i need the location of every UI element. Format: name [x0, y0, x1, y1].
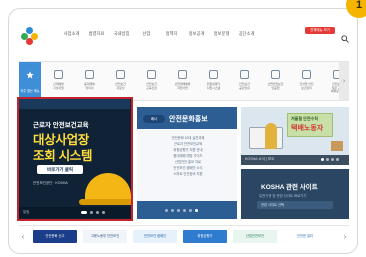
quick-menu-label: 안전보건 교육신청 [146, 82, 157, 90]
star-icon [26, 71, 34, 79]
building-icon [240, 70, 249, 79]
shield-icon [178, 70, 187, 79]
banner-org-logos: 안전보건공단 · KOSHA [33, 181, 68, 185]
crane-icon [302, 70, 311, 79]
banner-footer [19, 207, 130, 218]
browser-frame: 사업소개 법령자료 국내방침 산업 정책자 정보공개 정보문쟁 공단소개 전체메… [8, 8, 358, 254]
quick-menu-label: 안전보건 자료실 [115, 82, 126, 90]
site-header: 사업소개 법령자료 국내방침 산업 정책자 정보공개 정보문쟁 공단소개 전체메… [9, 9, 357, 53]
partner-logo[interactable]: 위험성평가 [183, 230, 227, 243]
book-icon [147, 70, 156, 79]
hard-hat-brim [79, 199, 131, 205]
quick-menu-next-button[interactable]: › [339, 62, 349, 101]
quick-menu-item[interactable]: 위험성평가 지원시스템 [198, 62, 229, 101]
quick-menu-label: 산업안전보건 인증원 [267, 82, 284, 90]
nav-item[interactable]: 정보공개 [184, 31, 209, 37]
quick-menu-label: 산재예방 기술지원 [53, 82, 64, 90]
partner-logo[interactable]: 안전보건 캠페인 [133, 230, 177, 243]
pagination-dot[interactable] [189, 209, 192, 212]
safety-culture-promo: 배너 안전문화홍보 안전문화 10대 실천과제 근로자 안전보건교육 위험성평가… [137, 107, 237, 219]
pagination-dot[interactable] [321, 158, 324, 161]
partner-logo-strip: ‹ 안전문화 신고 고용노동부 안전보건 안전보건 캠페인 위험성평가 산업안전… [19, 225, 349, 247]
all-menu-badge[interactable]: 전체메뉴 보기 [305, 27, 335, 34]
partner-logo[interactable]: 고용노동부 안전보건 [83, 230, 127, 243]
promo-title: 안전문화홍보 [169, 116, 208, 123]
sign-line1: 겨울철 안전수칙 [291, 116, 318, 121]
card-pagination[interactable] [321, 158, 339, 161]
nav-item[interactable]: 정보문쟁 [209, 31, 234, 37]
quick-menu-item[interactable]: 산업재해예방 지원사업 [167, 62, 198, 101]
banner-title-line2: 조회 시스템 [33, 149, 93, 163]
quick-menu-label: 중대재해 알리미 [84, 82, 95, 90]
related-sites-card: KOSHA 관련 사이트 유관기관 및 관련 사이트 바로가기 관련 사이트 선… [241, 169, 349, 219]
quick-menu-item[interactable]: 산업안전보건 인증원 [260, 62, 291, 101]
worker-icon [265, 123, 277, 149]
quick-menu-label: 산업재해예방 지원사업 [174, 82, 191, 90]
nav-item[interactable]: 정책자 [159, 31, 184, 37]
quick-menu-home-label: 자주 찾는 메뉴 [20, 89, 40, 93]
pagination-dot[interactable] [90, 211, 93, 214]
search-icon[interactable] [341, 35, 349, 43]
pagination-dot[interactable] [331, 158, 334, 161]
banner-top-strip [19, 99, 130, 109]
banner-caption: 근로자 안전보건교육 [33, 122, 89, 129]
quick-menu-item[interactable]: 안전보건 자료실 [105, 62, 136, 101]
delivery-worker-card[interactable]: 겨울철 안전수칙 택배노동자 KOSHA 소식 | 보도 [241, 107, 349, 165]
education-banner[interactable]: 근로자 안전보건교육 대상사업장 조회 시스템 바로가기 클릭 안전보건공단 ·… [17, 97, 133, 221]
promo-tag[interactable]: 배너 [143, 115, 165, 123]
nav-item[interactable]: 산업 [134, 31, 159, 37]
pagination-dot[interactable] [326, 158, 329, 161]
banner-pagination[interactable] [81, 211, 105, 214]
pagination-dot[interactable] [102, 211, 105, 214]
pagination-dot[interactable] [183, 209, 186, 212]
related-sites-select[interactable]: 관련 사이트 선택 [257, 201, 333, 209]
related-sites-subtitle: 유관기관 및 관련 사이트 바로가기 [259, 194, 307, 198]
alert-icon [85, 70, 94, 79]
nav-item[interactable]: 법령자료 [84, 31, 109, 37]
partner-logo[interactable]: 산업안전보건 [233, 230, 277, 243]
pagination-dot[interactable] [81, 211, 87, 214]
quick-menu-item[interactable]: 건설업 안전 보건관리 [291, 62, 322, 101]
folder-icon [116, 70, 125, 79]
promo-pagination[interactable] [165, 209, 198, 212]
promo-lines: 안전문화 10대 실천과제 근로자 안전보건교육 위험성평가 지원 안내 중대재… [149, 135, 227, 177]
quick-menu-item[interactable]: 안전보건 공단안내 [229, 62, 260, 101]
sign-line2: 택배노동자 [291, 125, 324, 132]
pagination-dot[interactable] [165, 209, 168, 212]
box-icon [331, 141, 343, 151]
pagination-dot[interactable] [336, 158, 339, 161]
quick-menu-home[interactable]: 자주 찾는 메뉴 [19, 62, 41, 101]
pagination-dot[interactable] [96, 211, 99, 214]
nav-item[interactable]: 공단소개 [234, 31, 259, 37]
quick-menu-item[interactable]: 중대재해 알리미 [74, 62, 105, 101]
quick-menu-item[interactable]: 안전보건 교육신청 [136, 62, 167, 101]
checklist-icon [209, 70, 218, 79]
certificate-icon [271, 70, 280, 79]
partner-logo[interactable]: 안전문화 신고 [33, 230, 77, 243]
quick-menu-bar: 자주 찾는 메뉴 산재예방 기술지원 중대재해 알리미 안전보건 자료실 안전보건 교육… [19, 61, 349, 101]
quick-menu-label: 위험성평가 지원시스템 [206, 82, 221, 90]
main-nav: 사업소개 법령자료 국내방침 산업 정책자 정보공개 정보문쟁 공단소개 [59, 31, 259, 37]
promo-line[interactable]: 스마트 안전장비 지원 [149, 171, 227, 177]
document-icon [54, 70, 63, 79]
related-sites-title: KOSHA 관련 사이트 [261, 184, 318, 191]
nav-item[interactable]: 사업소개 [59, 31, 84, 37]
banner-go-button[interactable]: 바로가기 클릭 [37, 165, 83, 174]
strip-prev-button[interactable]: ‹ [19, 232, 27, 242]
quick-menu-item[interactable]: 산재예방 기술지원 [43, 62, 74, 101]
nav-item[interactable]: 국내방침 [109, 31, 134, 37]
pagination-dot[interactable] [177, 209, 180, 212]
partner-logos: 안전문화 신고 고용노동부 안전보건 안전보건 캠페인 위험성평가 산업안전보건… [33, 230, 327, 243]
banner-footer-label: 알림 [23, 210, 30, 214]
kosha-logo-icon[interactable] [21, 27, 39, 45]
quick-menu-items: 산재예방 기술지원 중대재해 알리미 안전보건 자료실 안전보건 교육신청 산업재해예방… [43, 62, 353, 101]
strip-next-button[interactable]: › [341, 232, 349, 242]
quick-menu-label: 안전보건 공단안내 [239, 82, 250, 90]
card-footer-label: KOSHA 소식 | 보도 [245, 157, 275, 161]
quick-menu-label: 건설업 안전 보건관리 [299, 82, 314, 90]
partner-logo[interactable]: 안전한 일터 [283, 230, 327, 243]
pagination-dot[interactable] [171, 209, 174, 212]
pagination-dot[interactable] [195, 209, 198, 212]
